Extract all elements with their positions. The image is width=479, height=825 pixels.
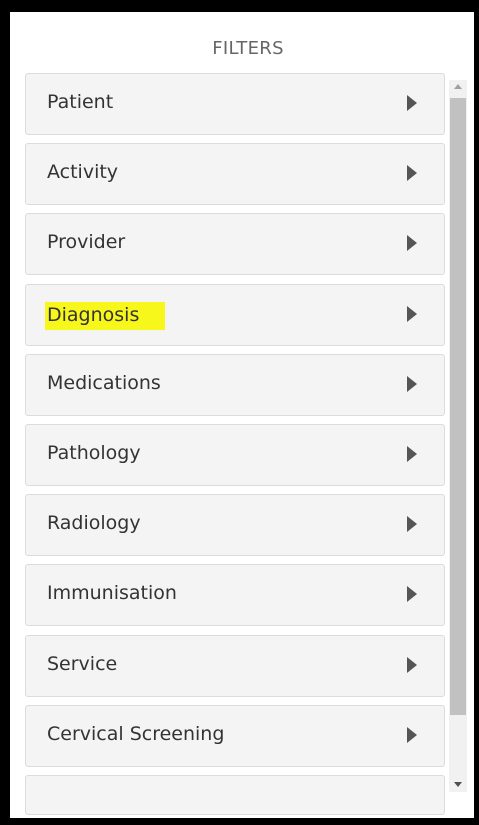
filter-item-provider[interactable]: Provider: [25, 213, 445, 276]
filter-item-radiology[interactable]: Radiology: [25, 494, 445, 557]
filter-item-label: Patient: [47, 91, 114, 113]
chevron-right-icon: [407, 516, 417, 533]
scroll-up-arrow-icon[interactable]: [454, 84, 462, 89]
filter-item-cervical-screening[interactable]: Cervical Screening: [25, 704, 445, 767]
scrollbar[interactable]: [449, 80, 467, 792]
filter-item-service[interactable]: Service: [25, 634, 445, 697]
chevron-right-icon: [407, 305, 417, 322]
scroll-down-arrow-icon[interactable]: [454, 782, 462, 787]
chevron-right-icon: [407, 375, 417, 392]
filter-item-label: Radiology: [47, 512, 141, 535]
filters-panel: FILTERS Patient Activity Provider Diagno…: [10, 12, 474, 818]
chevron-right-icon: [407, 726, 417, 743]
filters-title: FILTERS: [212, 38, 284, 59]
filter-item-label-highlighted: Diagnosis: [45, 301, 166, 330]
filter-item-patient[interactable]: Patient: [25, 73, 445, 135]
filter-item-label: Immunisation: [47, 582, 177, 605]
filter-item-activity[interactable]: Activity: [25, 143, 445, 206]
chevron-right-icon: [407, 656, 417, 673]
filter-item-label: Activity: [47, 161, 119, 184]
scroll-thumb[interactable]: [450, 98, 466, 715]
filter-item-label: Pathology: [47, 441, 141, 464]
filter-item-label: Medications: [47, 371, 161, 394]
filter-item-immunisation[interactable]: Immunisation: [25, 564, 445, 627]
chevron-right-icon: [407, 586, 417, 603]
filter-item-label: Provider: [47, 231, 126, 254]
filter-item-partial[interactable]: [25, 774, 445, 815]
filter-list: Patient Activity Provider Diagnosis Medi…: [25, 73, 445, 815]
window-frame: FILTERS Patient Activity Provider Diagno…: [0, 0, 479, 825]
chevron-right-icon: [407, 165, 417, 182]
chevron-right-icon: [407, 235, 417, 252]
filter-item-label: Cervical Screening: [47, 722, 225, 745]
chevron-right-icon: [407, 95, 417, 111]
filter-item-label: Service: [47, 652, 118, 675]
chevron-right-icon: [407, 445, 417, 462]
filter-item-medications[interactable]: Medications: [25, 353, 445, 416]
filter-item-diagnosis[interactable]: Diagnosis: [25, 283, 445, 346]
filter-item-pathology[interactable]: Pathology: [25, 423, 445, 486]
